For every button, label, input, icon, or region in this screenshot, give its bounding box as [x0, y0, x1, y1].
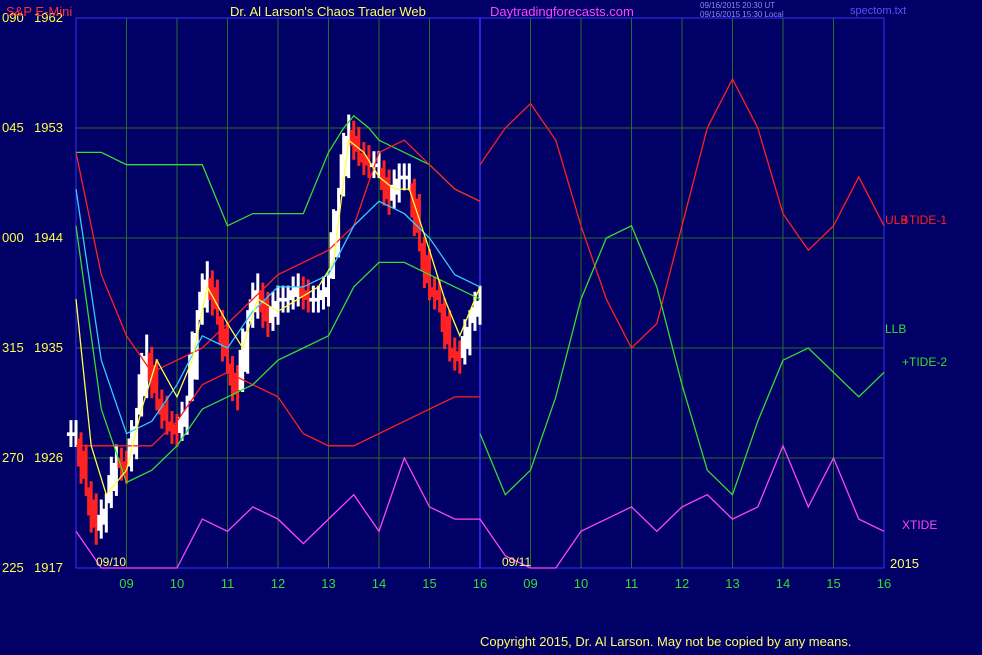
x-tick-label: 14	[372, 576, 386, 591]
x-tick-label: 16	[473, 576, 487, 591]
x-tick-label: 12	[271, 576, 285, 591]
y-angle-label: 225	[2, 560, 24, 575]
x-tick-label: 14	[776, 576, 790, 591]
x-tick-label: 16	[877, 576, 891, 591]
y-tick-label: 1917	[34, 560, 63, 575]
date-label: 09/10	[96, 555, 126, 569]
timestamp-local: 09/16/2015 15:30 Local	[700, 10, 784, 19]
x-tick-label: 09	[523, 576, 537, 591]
y-tick-label: 1944	[34, 230, 63, 245]
series-end-label: LLB	[885, 322, 906, 336]
x-tick-label: 11	[625, 576, 639, 591]
x-tick-label: 12	[675, 576, 689, 591]
y-angle-label: 000	[2, 230, 24, 245]
file-label: spectom.txt	[850, 5, 907, 17]
instrument-label: S&P E-Mini	[6, 4, 73, 19]
y-tick-label: 1926	[34, 450, 63, 465]
y-angle-label: 045	[2, 120, 24, 135]
y-tick-label: 1953	[34, 120, 63, 135]
timestamp-ut: 09/16/2015 20:30 UT	[700, 1, 776, 10]
series-end-label: XTIDE	[902, 518, 937, 532]
x-tick-label: 10	[170, 576, 184, 591]
x-tick-label: 09	[119, 576, 133, 591]
chart-svg: 1962090195304519440001935315192627019172…	[2, 10, 947, 591]
series-layer	[66, 77, 885, 569]
series-end-label: +TIDE-2	[902, 355, 947, 369]
date-label: 09/11	[502, 555, 531, 569]
y-angle-label: 315	[2, 340, 24, 355]
copyright: Copyright 2015, Dr. Al Larson. May not b…	[480, 634, 852, 649]
site-url[interactable]: Daytradingforecasts.com	[490, 4, 634, 19]
chart-area: 1962 090 1953 045 1944 000 1935 315 1926 270 1917 2…	[0, 0, 982, 650]
site-title: Dr. Al Larson's Chaos Trader Web	[230, 4, 426, 19]
x-tick-label: 10	[574, 576, 588, 591]
x-tick-label: 11	[221, 576, 235, 591]
x-tick-label: 13	[321, 576, 335, 591]
series-end-label: +TIDE-1	[902, 213, 947, 227]
x-tick-label: 15	[422, 576, 436, 591]
x-tick-label: 15	[826, 576, 840, 591]
x-tick-label: 13	[725, 576, 739, 591]
year-label: 2015	[890, 556, 919, 571]
y-tick-label: 1935	[34, 340, 63, 355]
y-angle-label: 270	[2, 450, 24, 465]
